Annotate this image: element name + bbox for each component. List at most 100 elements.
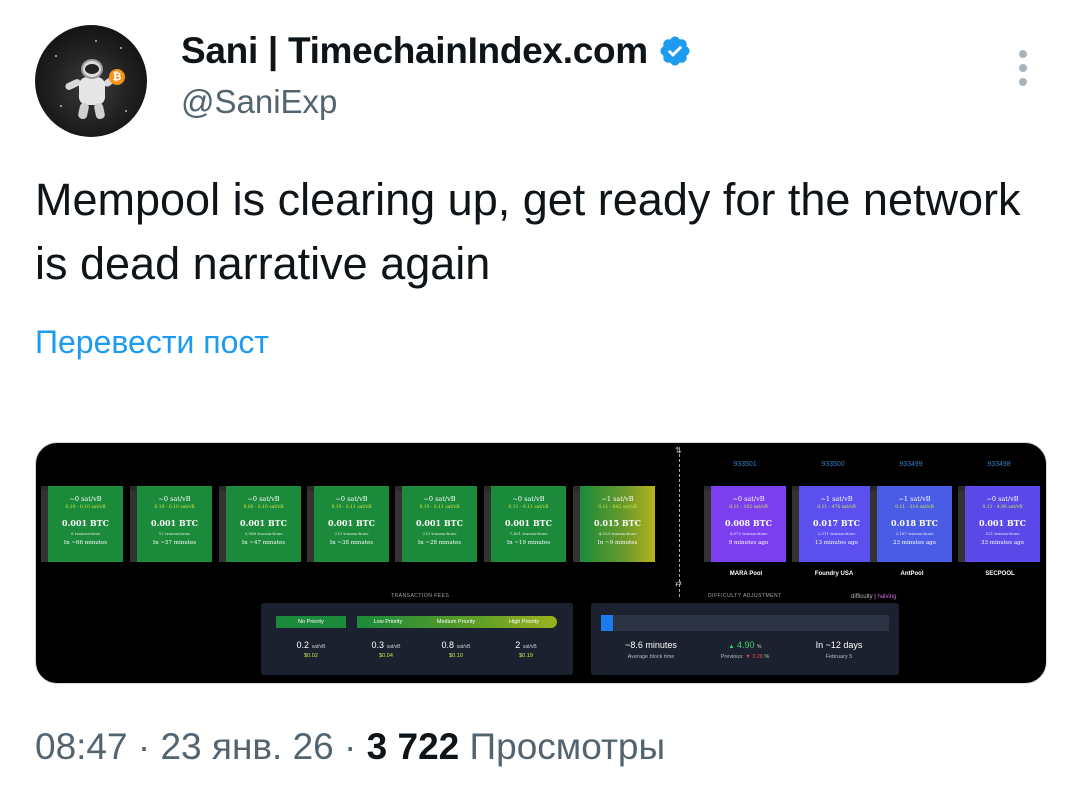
fee-label-medium: Medium Priority (436, 619, 476, 625)
avatar[interactable]: ₿ (35, 25, 147, 137)
difficulty-link[interactable]: difficulty (851, 594, 873, 600)
fee-usd: $0.04 (379, 653, 393, 659)
block-txs: 213 transactions (422, 531, 457, 536)
fee-unit: sat/vB (522, 644, 537, 650)
block-face: ~0 sat/vB 0.10 - 0.11 sat/vB 0.001 BTC 213 … (314, 486, 389, 562)
block-size: 0.001 BTC (416, 518, 463, 528)
previous-value: 3.28 (752, 654, 763, 660)
fee-unit: sat/vB (456, 644, 471, 650)
mempool-block[interactable]: ~0 sat/vB 0.11 - 0.11 sat/vB 0.001 BTC 7,40… (484, 486, 566, 562)
block-txs: 2,311 transactions (817, 531, 856, 536)
block-fee-range: 0.10 - 0.10 sat/vB (154, 505, 195, 510)
fee-no-priority: 0.2 sat/vB $0.02 (281, 640, 341, 659)
block-height[interactable]: 933498 (969, 461, 1029, 468)
halving-link[interactable]: halving (877, 594, 896, 600)
verified-badge-icon[interactable] (658, 34, 692, 68)
fee-usd: $0.10 (449, 653, 463, 659)
block-fee-range: 0.11 - 214 sat/vB (895, 505, 934, 510)
arrows-icon: ⇄ (675, 579, 682, 588)
star (125, 110, 127, 112)
tweet: ₿ Sani | TimechainIndex.com @SaniExp Mem… (0, 0, 1080, 806)
block-fee-range: 0.10 - 0.11 sat/vB (419, 505, 460, 510)
block-fee-range: 0.11 - 642 sat/vB (598, 505, 637, 510)
tweet-time[interactable]: 08:47 (35, 726, 128, 767)
difficulty-progress-bar (601, 615, 889, 631)
block-height[interactable]: 933500 (803, 461, 863, 468)
remaining-value: In ~12 days (815, 640, 863, 650)
mempool-block[interactable]: ~0 sat/vB 0.10 - 0.11 sat/vB 0.001 BTC 213 … (307, 486, 389, 562)
fee-medium-priority: 0.8 sat/vB $0.10 (426, 640, 486, 659)
difficulty-title: DIFFICULTY ADJUSTMENT (708, 593, 782, 599)
mempool-block[interactable]: ~0 sat/vB 0.11 - 162 sat/vB 0.008 BTC 4,872… (704, 486, 786, 562)
mining-pool-label: AntPool (900, 571, 924, 577)
block-fee-range: 0.11 - 4.96 sat/vB (982, 505, 1023, 510)
block-txs: 521 transactions (985, 531, 1020, 536)
block-eta: 13 minutes ago (815, 540, 858, 546)
block-eta: In ~47 minutes (241, 540, 286, 546)
star (55, 55, 57, 57)
block-eta: 33 minutes ago (981, 540, 1024, 546)
block-height[interactable]: 933501 (715, 461, 775, 468)
views-count: 3 722 (366, 726, 460, 767)
mining-pool-label: Foundry USA (814, 571, 854, 577)
adjustment-date: February 5 (825, 654, 853, 660)
block-size: 0.001 BTC (151, 518, 198, 528)
mempool-block[interactable]: ~0 sat/vB 0.00 - 0.10 sat/vB 0.001 BTC 3,96… (219, 486, 301, 562)
block-time-value: ~8.6 minutes (625, 640, 677, 650)
mempool-block[interactable]: ~1 sat/vB 0.11 - 476 sat/vB 0.017 BTC 2,311… (792, 486, 874, 562)
tweet-date[interactable]: 23 янв. 26 (160, 726, 333, 767)
block-fee: ~0 sat/vB (986, 495, 1019, 503)
down-arrow-icon: ▼ (745, 654, 751, 660)
mempool-block[interactable]: ~0 sat/vB 0.10 - 0.11 sat/vB 0.001 BTC 213 … (395, 486, 477, 562)
mempool-block[interactable]: ~0 sat/vB 0.10 - 0.10 sat/vB 0.001 BTC 8 tr… (41, 486, 123, 562)
fee-value: 0.2 (296, 640, 310, 650)
block-fee: ~0 sat/vB (732, 495, 765, 503)
block-face: ~0 sat/vB 0.10 - 0.10 sat/vB 0.001 BTC 12 t… (137, 486, 212, 562)
block-eta: In ~66 minutes (63, 540, 108, 546)
block-face: ~0 sat/vB 0.00 - 0.10 sat/vB 0.001 BTC 3,96… (226, 486, 301, 562)
more-options-icon[interactable] (1008, 50, 1038, 90)
block-txs: 8 transactions (71, 531, 100, 536)
block-size: 0.015 BTC (594, 518, 641, 528)
block-face: ~0 sat/vB 0.10 - 0.10 sat/vB 0.001 BTC 8 tr… (48, 486, 123, 562)
block-fee-range: 0.10 - 0.10 sat/vB (65, 505, 106, 510)
fee-label-high: High Priority (509, 619, 539, 625)
previous-label: Previous: (720, 654, 744, 660)
mining-pool-label: MARA Pool (729, 571, 763, 577)
media-image[interactable]: ~0 sat/vB 0.10 - 0.10 sat/vB 0.001 BTC 8 tr… (35, 442, 1047, 684)
astronaut-leg (93, 102, 106, 120)
mempool-block[interactable]: ~1 sat/vB 0.11 - 214 sat/vB 0.018 BTC 2,187… (870, 486, 952, 562)
block-size: 0.001 BTC (240, 518, 287, 528)
block-fee-range: 0.00 - 0.10 sat/vB (243, 505, 284, 510)
translate-link[interactable]: Перевести пост (35, 324, 269, 361)
astronaut-visor (85, 64, 99, 74)
astronaut-body (79, 77, 105, 105)
block-fee: ~1 sat/vB (898, 495, 931, 503)
block-size: 0.018 BTC (891, 518, 938, 528)
block-eta: In ~19 minutes (506, 540, 551, 546)
block-eta: 9 minutes ago (728, 540, 769, 546)
block-face: ~0 sat/vB 0.11 - 0.11 sat/vB 0.001 BTC 7,40… (491, 486, 566, 562)
mempool-block[interactable]: ~1 sat/vB 0.11 - 642 sat/vB 0.015 BTC 4,923… (573, 486, 655, 562)
block-size: 0.008 BTC (725, 518, 772, 528)
difficulty-change: ▲ 4.90 % Previous: ▼ 3.28 % (695, 640, 795, 660)
block-face: ~0 sat/vB 0.11 - 4.96 sat/vB 0.001 BTC 521 … (965, 486, 1040, 562)
block-fee-range: 0.11 - 476 sat/vB (817, 505, 856, 510)
block-txs: 7,401 transactions (509, 531, 548, 536)
block-size: 0.001 BTC (979, 518, 1026, 528)
fees-panel: No Priority Low Priority Medium Priority… (261, 603, 573, 675)
author-name[interactable]: Sani | TimechainIndex.com (181, 30, 648, 72)
block-face: ~1 sat/vB 0.11 - 214 sat/vB 0.018 BTC 2,187… (877, 486, 952, 562)
fee-label-low: Low Priority (373, 619, 403, 625)
block-eta: 23 minutes ago (893, 540, 936, 546)
mempool-block[interactable]: ~0 sat/vB 0.11 - 4.96 sat/vB 0.001 BTC 521 … (958, 486, 1040, 562)
change-value: 4.90 (736, 640, 755, 650)
mempool-block[interactable]: ~0 sat/vB 0.10 - 0.10 sat/vB 0.001 BTC 12 t… (130, 486, 212, 562)
author-handle[interactable]: @SaniExp (181, 83, 337, 121)
fee-usd: $0.02 (304, 653, 318, 659)
difficulty-halving-links[interactable]: difficulty | halving (851, 594, 897, 600)
block-height[interactable]: 933499 (881, 461, 941, 468)
block-size: 0.001 BTC (505, 518, 552, 528)
block-fee: ~1 sat/vB (601, 495, 634, 503)
block-face: ~0 sat/vB 0.11 - 162 sat/vB 0.008 BTC 4,872… (711, 486, 786, 562)
